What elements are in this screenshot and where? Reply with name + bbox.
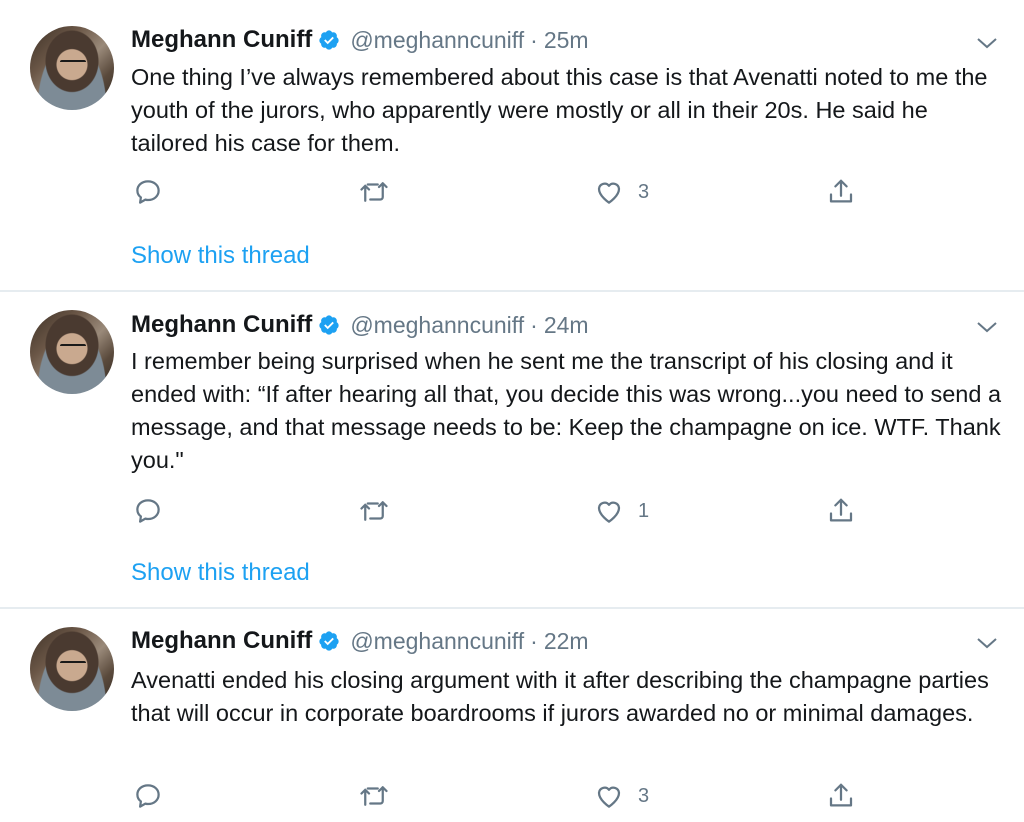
like-button[interactable]: 3 xyxy=(594,172,649,212)
tweet[interactable]: Meghann Cuniff @meghanncuniff · 22m Aven… xyxy=(0,609,1024,822)
heart-icon xyxy=(597,182,621,204)
like-count: 3 xyxy=(638,784,650,807)
author-handle[interactable]: @meghanncuniff xyxy=(350,27,524,54)
avatar[interactable] xyxy=(30,627,114,711)
timestamp[interactable]: 24m xyxy=(544,312,589,339)
verified-badge-icon xyxy=(319,30,339,50)
avatar[interactable] xyxy=(30,310,114,394)
retweet-button[interactable] xyxy=(359,172,389,212)
chevron-down-icon[interactable] xyxy=(976,36,998,50)
retweet-icon xyxy=(360,182,388,202)
verified-badge-icon xyxy=(319,631,339,651)
tweet-actions: 3 xyxy=(131,776,871,816)
avatar-glasses xyxy=(60,344,86,351)
reply-button[interactable] xyxy=(133,776,163,816)
reply-button[interactable] xyxy=(133,491,163,531)
retweet-button[interactable] xyxy=(359,491,389,531)
verified-badge-icon xyxy=(319,315,339,335)
tweet-text: One thing I’ve always remembered about t… xyxy=(131,64,988,156)
tweet-header: Meghann Cuniff @meghanncuniff · 22m xyxy=(131,627,589,655)
tweet-header: Meghann Cuniff @meghanncuniff · 25m xyxy=(131,26,589,54)
retweet-button[interactable] xyxy=(359,776,389,816)
author-name[interactable]: Meghann Cuniff xyxy=(131,627,312,655)
avatar[interactable] xyxy=(30,26,114,110)
like-count: 1 xyxy=(638,499,650,522)
share-icon xyxy=(829,179,853,203)
tweet-header: Meghann Cuniff @meghanncuniff · 24m xyxy=(131,311,589,339)
tweet-text: I remember being surprised when he sent … xyxy=(131,348,1002,473)
share-button[interactable] xyxy=(826,491,856,531)
like-button[interactable]: 1 xyxy=(594,491,649,531)
retweet-icon xyxy=(360,501,388,521)
tweet-actions: 1 xyxy=(131,491,871,531)
tweet-actions: 3 xyxy=(131,172,871,212)
heart-icon xyxy=(597,501,621,523)
author-handle[interactable]: @meghanncuniff xyxy=(350,628,524,655)
share-icon xyxy=(829,783,853,807)
reply-icon xyxy=(136,784,160,808)
avatar-glasses xyxy=(60,661,86,668)
chevron-down-icon[interactable] xyxy=(976,320,998,334)
like-count: 3 xyxy=(638,180,650,203)
tweet[interactable]: Meghann Cuniff @meghanncuniff · 25m One … xyxy=(0,0,1024,292)
tweet[interactable]: Meghann Cuniff @meghanncuniff · 24m I re… xyxy=(0,292,1024,609)
timestamp[interactable]: 22m xyxy=(544,628,589,655)
author-handle[interactable]: @meghanncuniff xyxy=(350,312,524,339)
like-button[interactable]: 3 xyxy=(594,776,649,816)
heart-icon xyxy=(597,786,621,808)
share-icon xyxy=(829,498,853,522)
reply-button[interactable] xyxy=(133,172,163,212)
tweet-text: Avenatti ended his closing argument with… xyxy=(131,667,989,726)
separator: · xyxy=(530,627,538,654)
reply-icon xyxy=(136,180,160,204)
separator: · xyxy=(530,26,538,53)
separator: · xyxy=(530,311,538,338)
author-name[interactable]: Meghann Cuniff xyxy=(131,26,312,54)
share-button[interactable] xyxy=(826,776,856,816)
show-thread-link[interactable]: Show this thread xyxy=(131,559,310,587)
author-name[interactable]: Meghann Cuniff xyxy=(131,311,312,339)
show-thread-link[interactable]: Show this thread xyxy=(131,242,310,270)
reply-icon xyxy=(136,499,160,523)
share-button[interactable] xyxy=(826,172,856,212)
retweet-icon xyxy=(360,786,388,806)
avatar-glasses xyxy=(60,60,86,67)
timestamp[interactable]: 25m xyxy=(544,27,589,54)
chevron-down-icon[interactable] xyxy=(976,636,998,650)
